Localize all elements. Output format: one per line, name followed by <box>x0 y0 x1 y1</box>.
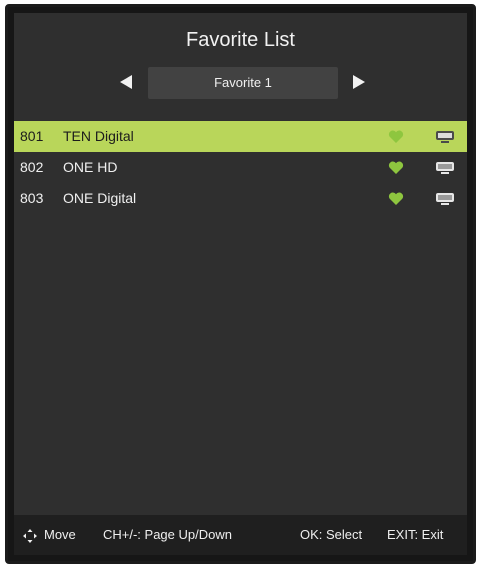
tv-icon <box>436 162 454 174</box>
favorite-group-label[interactable]: Favorite 1 <box>148 67 338 99</box>
channel-name: ONE Digital <box>63 190 137 206</box>
footer-hints: Move CH+/-: Page Up/Down OK: Select EXIT… <box>14 515 467 555</box>
heart-icon <box>388 161 404 174</box>
channel-list: 801 TEN Digital 802 ONE HD 803 ONE Digit… <box>14 121 467 214</box>
arrow-right-icon[interactable] <box>353 75 365 89</box>
heart-icon <box>388 130 404 143</box>
favorite-list-screen: Favorite List Favorite 1 801 TEN Digital <box>14 13 467 555</box>
channel-row[interactable]: 802 ONE HD <box>14 152 467 183</box>
channel-number: 802 <box>20 159 44 175</box>
channel-name: ONE HD <box>63 159 118 175</box>
arrow-left-icon[interactable] <box>120 75 132 89</box>
channel-row[interactable]: 801 TEN Digital <box>14 121 467 152</box>
tv-icon <box>436 131 454 143</box>
move-arrows-icon <box>23 529 37 543</box>
hint-select: OK: Select <box>300 527 363 542</box>
tv-frame: Favorite List Favorite 1 801 TEN Digital <box>5 4 476 564</box>
channel-number: 803 <box>20 190 44 206</box>
hint-move: Move <box>44 527 76 542</box>
favorite-group-selector[interactable]: Favorite 1 <box>14 67 467 99</box>
hint-page: CH+/-: Page Up/Down <box>103 527 232 542</box>
heart-icon <box>388 192 404 205</box>
channel-number: 801 <box>20 128 44 144</box>
hint-exit: EXIT: Exit <box>387 527 444 542</box>
page-title: Favorite List <box>186 29 295 51</box>
channel-name: TEN Digital <box>63 128 134 144</box>
tv-icon <box>436 193 454 205</box>
channel-row[interactable]: 803 ONE Digital <box>14 183 467 214</box>
